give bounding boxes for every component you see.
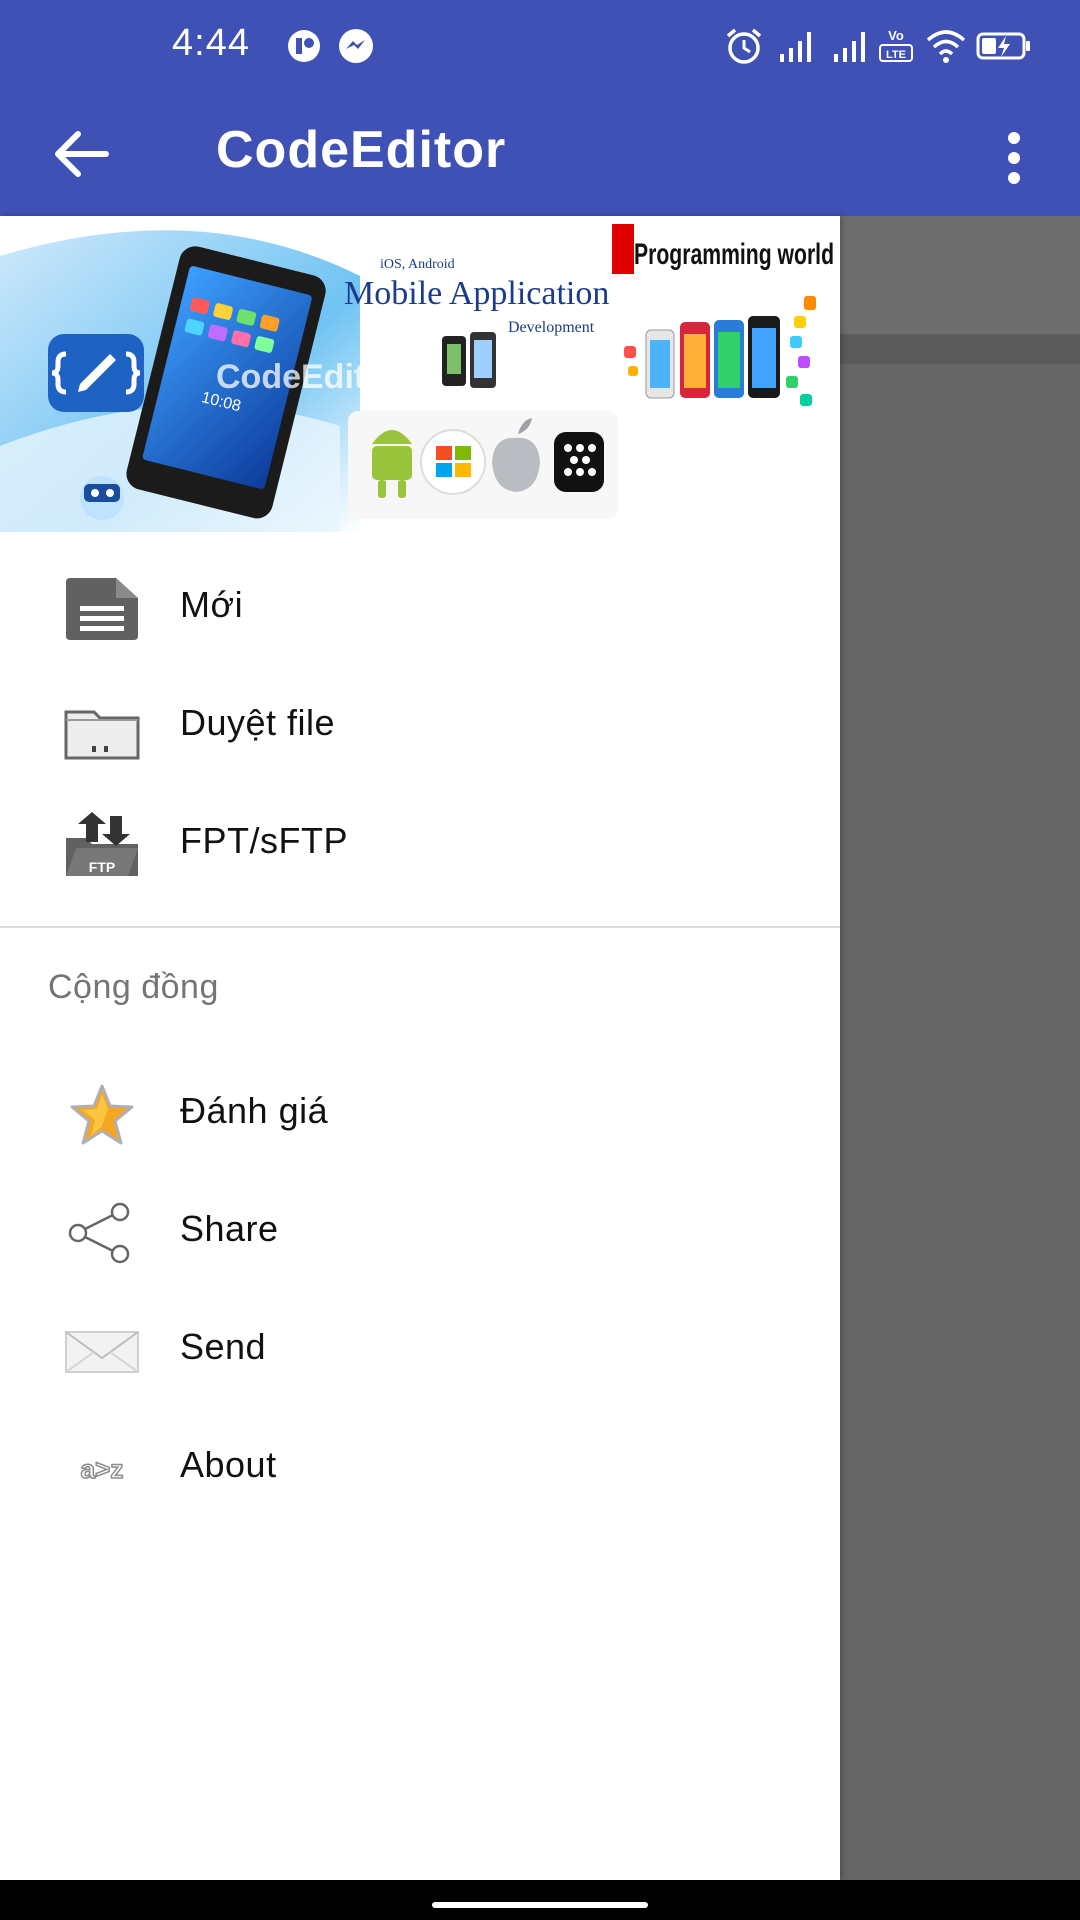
new-file-icon [66, 578, 138, 640]
battery-charging-icon [976, 32, 1030, 60]
banner-platform-caption: iOS, Android [380, 257, 455, 272]
back-button[interactable] [40, 116, 120, 192]
menu-item-label: Đánh giá [180, 1090, 329, 1131]
banner-image: 10:08 CodeEdit iOS, Android Mobile Appli… [0, 216, 840, 532]
signal-icon [780, 32, 811, 62]
background-toolbar [840, 216, 1080, 334]
messenger-icon [339, 29, 373, 63]
app-title: CodeEditor [216, 121, 507, 179]
banner-logo-text: CodeEdit [216, 358, 365, 396]
home-gesture-handle[interactable] [432, 1902, 648, 1908]
blackberry-logo [554, 432, 604, 492]
menu-item-label: FPT/sFTP [180, 820, 348, 861]
status-time: 4:44 [172, 22, 250, 64]
navigation-drawer: 10:08 CodeEdit iOS, Android Mobile Appli… [0, 216, 840, 1880]
alarm-icon [726, 28, 762, 64]
menu-item-new[interactable]: Mới [0, 550, 840, 668]
banner-brand-tag: Programming world [634, 238, 834, 271]
signal-icon [834, 32, 865, 62]
svg-text:Vo: Vo [888, 28, 904, 43]
app-bar: CodeEditor [0, 92, 1080, 216]
menu-item-about[interactable]: a>z About [0, 1410, 840, 1528]
section-divider [0, 926, 840, 928]
status-bar: 4:44 Vo LTE [0, 0, 1080, 92]
menu-item-label: Mới [180, 584, 244, 625]
about-icon-text: a>z [81, 1454, 124, 1484]
volte-icon: Vo LTE [879, 28, 913, 62]
menu-item-share[interactable]: Share [0, 1174, 840, 1292]
wifi-icon [926, 30, 966, 63]
menu-item-rate[interactable]: Đánh giá [0, 1056, 840, 1174]
menu-item-label: Duyệt file [180, 702, 336, 743]
overflow-menu-button[interactable] [990, 120, 1038, 196]
menu-item-label: Send [180, 1326, 267, 1367]
background-tab-strip [840, 334, 1080, 364]
folder-icon [64, 710, 140, 760]
about-icon: a>z [80, 1453, 124, 1485]
ftp-icon-text: FTP [89, 859, 115, 875]
drawer-header-banner: 10:08 CodeEdit iOS, Android Mobile Appli… [0, 216, 840, 532]
menu-item-browse-file[interactable]: Duyệt file [0, 668, 840, 786]
arrow-back-icon [55, 131, 109, 177]
system-navigation-bar [0, 1880, 1080, 1920]
envelope-icon [65, 1331, 139, 1373]
banner-subline: Development [508, 319, 595, 336]
menu-item-label: About [180, 1444, 277, 1485]
more-vert-icon [1008, 132, 1020, 184]
menu-item-ftp[interactable]: FTP FPT/sFTP [0, 786, 840, 904]
menu-item-label: Share [180, 1208, 279, 1249]
star-icon [70, 1084, 134, 1145]
menu-item-send[interactable]: Send [0, 1292, 840, 1410]
section-header-community: Cộng đồng [48, 968, 219, 1006]
share-icon [68, 1202, 130, 1264]
banner-headline: Mobile Application [344, 275, 609, 312]
notification-app-icon [288, 30, 320, 62]
svg-text:LTE: LTE [886, 49, 906, 61]
ftp-folder-icon: FTP [66, 812, 138, 876]
windows-logo [420, 429, 486, 495]
